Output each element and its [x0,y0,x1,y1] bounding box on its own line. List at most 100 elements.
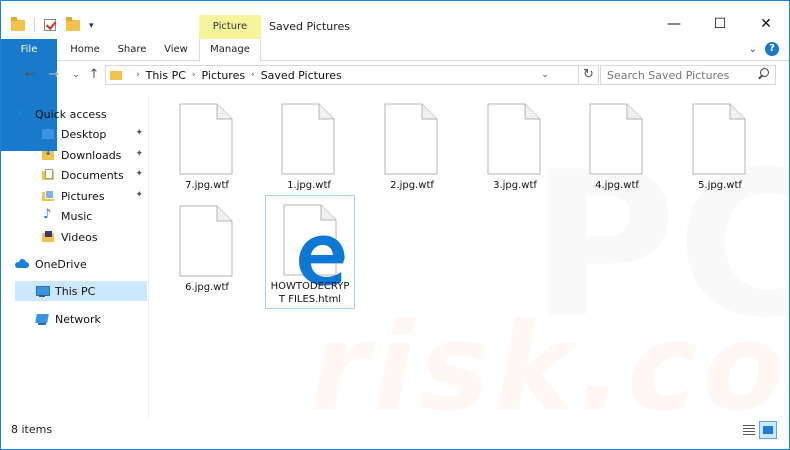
sidebar-item-downloads[interactable]: Downloads ✦ [41,145,147,165]
file-item[interactable]: 5.jpg.wtf [675,97,765,209]
sidebar-item-desktop[interactable]: Desktop ✦ [41,124,147,144]
forward-arrow-icon[interactable]: → [45,66,63,84]
file-item[interactable]: 1.jpg.wtf [264,97,354,209]
videos-icon [41,230,55,244]
blank-file-icon [179,103,233,175]
blank-file-icon [179,205,233,277]
file-name: 7.jpg.wtf [185,180,229,191]
pin-icon[interactable]: ✦ [135,128,143,138]
network-icon [35,312,49,326]
explorer-window: ▾ Picture Tools Saved Pictures — ☐ ✕ Fil… [0,0,790,450]
sidebar-item-label: Pictures [61,189,105,203]
ribbon-tabs: File Home Share View Manage ⌄ ? [1,39,789,151]
address-bar[interactable]: › This PC › Pictures › Saved Pictures ⌄ [105,65,579,85]
recent-locations-chevron-down-icon[interactable]: ⌄ [67,66,85,84]
file-item[interactable]: 4.jpg.wtf [572,97,662,209]
sidebar-item-onedrive[interactable]: OneDrive [15,254,147,274]
file-item[interactable]: 3.jpg.wtf [470,97,560,209]
sidebar-item-label: Videos [61,230,98,244]
sidebar-item-this-pc[interactable]: This PC [15,281,147,301]
item-count: 8 items [11,423,53,436]
onedrive-cloud-icon [15,257,29,271]
sidebar-item-music[interactable]: Music [41,206,147,226]
sidebar-item-label: This PC [55,284,96,298]
file-list[interactable]: PC risk.com 7.jpg.wtf 1.jpg.wtf 2.jpg.wt… [150,89,790,438]
file-item[interactable]: 7.jpg.wtf [162,97,252,209]
breadcrumb-chevron-icon[interactable]: › [136,70,140,80]
file-item[interactable]: 2.jpg.wtf [367,97,457,209]
file-name: 6.jpg.wtf [185,282,229,293]
status-bar: 8 items [1,418,789,449]
sidebar-item-quick-access[interactable]: ★ Quick access [15,104,147,124]
file-name: 5.jpg.wtf [698,180,742,191]
refresh-icon[interactable]: ↻ [579,65,599,85]
pictures-icon [41,189,55,203]
minimize-button[interactable]: — [651,9,697,39]
breadcrumb-saved-pictures[interactable]: Saved Pictures [261,69,342,82]
window-title: Saved Pictures [269,20,351,33]
file-item-selected[interactable]: HOWTODECRYPT FILES.html [265,195,355,309]
sidebar-item-label: Documents [61,168,124,182]
breadcrumb-this-pc[interactable]: This PC [146,69,186,82]
search-icon[interactable] [757,68,769,80]
html-file-icon [283,204,345,286]
desktop-icon [41,127,55,141]
file-name: HOWTODECRYPT FILES.html [270,281,350,305]
sidebar-item-pictures[interactable]: Pictures ✦ [41,186,147,206]
tab-view[interactable]: View [155,39,197,61]
file-item[interactable]: 6.jpg.wtf [162,199,252,311]
breadcrumb-chevron-icon[interactable]: › [192,70,196,80]
file-name: 3.jpg.wtf [493,180,537,191]
sidebar-item-label: Quick access [35,107,107,121]
file-name: 2.jpg.wtf [390,180,434,191]
toolbar-divider [34,18,35,32]
maximize-button[interactable]: ☐ [697,9,743,39]
sidebar-item-label: Downloads [61,148,122,162]
window-controls: — ☐ ✕ [651,9,789,39]
computer-icon [35,284,50,298]
search-box [600,65,776,85]
sidebar-item-videos[interactable]: Videos [41,227,147,247]
documents-icon [41,168,55,182]
blank-file-icon [487,103,541,175]
sidebar-item-network[interactable]: Network [15,309,147,329]
customize-toolbar-chevron-down-icon[interactable]: ▾ [89,18,103,32]
sidebar-item-documents[interactable]: Documents ✦ [41,165,147,185]
back-arrow-icon[interactable]: ← [21,66,39,84]
help-icon[interactable]: ? [765,42,779,56]
breadcrumb-chevron-icon[interactable]: › [251,70,255,80]
music-icon [41,207,55,223]
sidebar-item-label: Network [55,312,101,326]
search-input[interactable] [601,66,751,84]
downloads-icon [41,147,55,162]
tab-home[interactable]: Home [61,39,109,61]
folder-icon [110,70,122,80]
title-bar: ▾ Picture Tools Saved Pictures — ☐ ✕ [1,1,789,56]
blank-file-icon [384,103,438,175]
pin-icon[interactable]: ✦ [135,169,143,179]
sidebar-item-label: Desktop [61,127,107,141]
pin-icon[interactable]: ✦ [135,149,143,159]
properties-icon[interactable] [43,18,57,32]
new-folder-icon[interactable] [66,17,80,32]
sidebar-item-label: Music [61,209,93,223]
expand-ribbon-chevron-down-icon[interactable]: ⌄ [749,44,757,55]
sidebar-item-label: OneDrive [35,257,87,271]
star-icon: ★ [15,106,27,121]
file-name: 4.jpg.wtf [595,180,639,191]
breadcrumb-pictures[interactable]: Pictures [202,69,246,82]
address-history-chevron-down-icon[interactable]: ⌄ [536,66,554,84]
navigation-bar: ← → ⌄ ↑ › This PC › Pictures › Saved Pic… [1,62,789,88]
blank-file-icon [589,103,643,175]
navigation-pane: ★ Quick access Desktop ✦ Downloads ✦ Doc… [1,96,149,418]
tab-manage[interactable]: Manage [199,39,261,62]
close-button[interactable]: ✕ [743,9,789,39]
blank-file-icon [281,103,335,175]
quick-access-toolbar: ▾ [11,15,112,35]
details-view-icon[interactable] [741,422,757,438]
pin-icon[interactable]: ✦ [135,190,143,200]
folder-icon[interactable] [11,17,25,32]
large-icons-view-icon[interactable] [759,421,777,439]
tab-share[interactable]: Share [109,39,155,61]
up-arrow-icon[interactable]: ↑ [85,66,103,84]
